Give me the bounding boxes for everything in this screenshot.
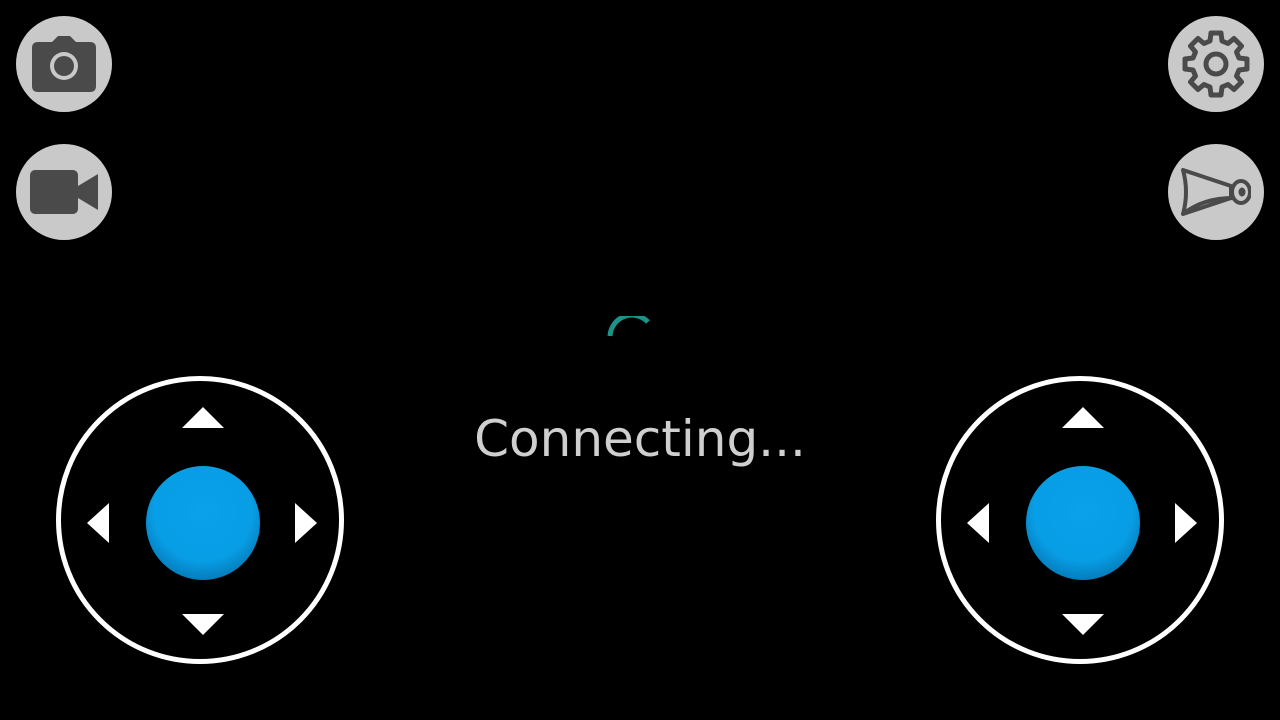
camera-icon [32, 36, 96, 92]
left-joystick-down-arrow-icon [182, 614, 224, 635]
gear-icon [1182, 30, 1250, 98]
take-photo-button[interactable] [16, 16, 112, 112]
controller-screen: Connecting... [0, 0, 1280, 720]
horn-button[interactable] [1168, 144, 1264, 240]
left-joystick-right-arrow-icon [295, 503, 317, 543]
right-joystick-right-arrow-icon [1175, 503, 1197, 543]
connection-status-text: Connecting... [474, 410, 806, 468]
loading-spinner-icon [607, 316, 650, 337]
left-joystick[interactable] [56, 376, 344, 664]
right-joystick-up-arrow-icon [1062, 407, 1104, 428]
settings-button[interactable] [1168, 16, 1264, 112]
record-video-button[interactable] [16, 144, 112, 240]
left-joystick-left-arrow-icon [87, 503, 109, 543]
left-joystick-up-arrow-icon [182, 407, 224, 428]
right-joystick-down-arrow-icon [1062, 614, 1104, 635]
right-joystick[interactable] [936, 376, 1224, 664]
right-joystick-knob[interactable] [1026, 466, 1140, 580]
horn-icon [1181, 168, 1251, 216]
right-joystick-left-arrow-icon [967, 503, 989, 543]
left-joystick-knob[interactable] [146, 466, 260, 580]
video-camera-icon [30, 170, 98, 214]
